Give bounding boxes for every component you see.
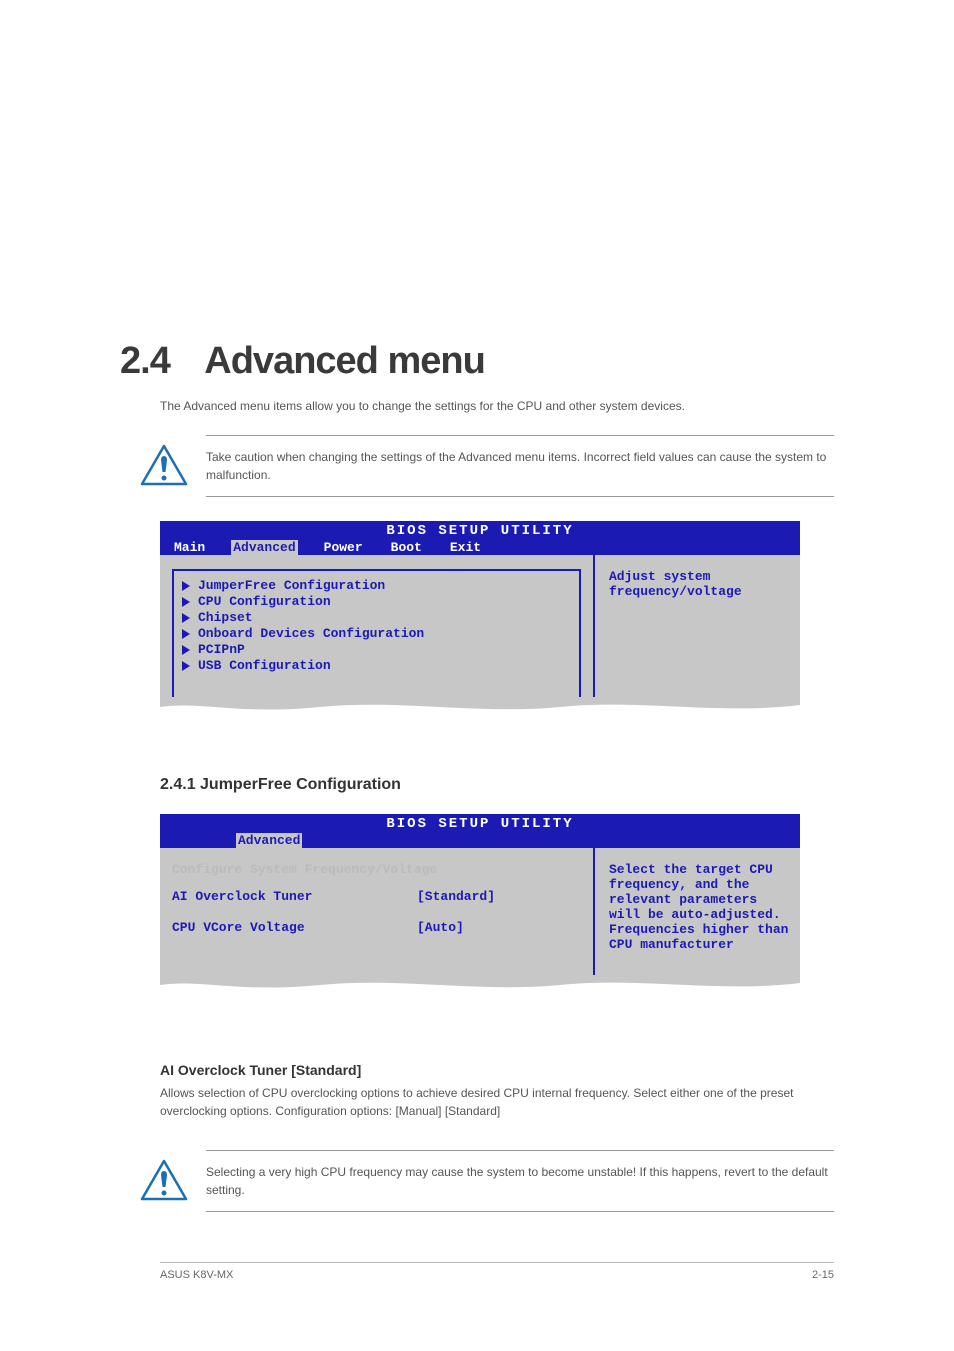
menu-label: PCIPnP <box>198 642 245 657</box>
footer-right: 2-15 <box>812 1269 834 1281</box>
setting-value: [Standard] <box>417 889 495 904</box>
bios-tab-advanced: Advanced <box>236 833 302 848</box>
setting-value: [Auto] <box>417 920 464 935</box>
page-footer: ASUS K8V-MX 2-15 <box>160 1262 834 1281</box>
menu-item: Onboard Devices Configuration <box>182 626 571 641</box>
setting-row: CPU VCore Voltage [Auto] <box>172 920 581 935</box>
intro-text: The Advanced menu items allow you to cha… <box>160 397 834 415</box>
arrow-icon <box>182 645 190 655</box>
ai-overclock-title: AI Overclock Tuner [Standard] <box>160 1062 834 1078</box>
caution-block-1: Take caution when changing the settings … <box>140 435 834 497</box>
setting-label: AI Overclock Tuner <box>172 889 417 904</box>
bios-tab-power: Power <box>322 540 365 555</box>
arrow-icon <box>182 581 190 591</box>
caution-icon <box>140 444 188 488</box>
setting-label: CPU VCore Voltage <box>172 920 417 935</box>
bios-help-text: Adjust system frequency/voltage <box>595 555 800 698</box>
caution-block-2: Selecting a very high CPU frequency may … <box>140 1150 834 1212</box>
caution-text-2: Selecting a very high CPU frequency may … <box>206 1150 834 1212</box>
menu-label: USB Configuration <box>198 658 331 673</box>
bios-tab-main: Main <box>172 540 207 555</box>
subsection-title: 2.4.1 JumperFree Configuration <box>160 776 834 794</box>
section-number: 2.4 <box>120 340 170 383</box>
bios-tab-boot: Boot <box>389 540 424 555</box>
menu-item: USB Configuration <box>182 658 571 673</box>
menu-item: PCIPnP <box>182 642 571 657</box>
arrow-icon <box>182 629 190 639</box>
setting-row: AI Overclock Tuner [Standard] <box>172 889 581 904</box>
ai-overclock-body: Allows selection of CPU overclocking opt… <box>160 1084 834 1120</box>
bios-screenshot-2: BIOS SETUP UTILITY Advanced Configure Sy… <box>160 814 800 998</box>
arrow-icon <box>182 661 190 671</box>
section-name: Advanced menu <box>204 340 485 383</box>
footer-left: ASUS K8V-MX <box>160 1269 233 1281</box>
arrow-icon <box>182 613 190 623</box>
menu-item: JumperFree Configuration <box>182 578 571 593</box>
menu-label: Chipset <box>198 610 253 625</box>
menu-label: JumperFree Configuration <box>198 578 385 593</box>
bios-tab-exit: Exit <box>448 540 483 555</box>
menu-label: Onboard Devices Configuration <box>198 626 424 641</box>
bios-screenshot-1: BIOS SETUP UTILITY Main Advanced Power B… <box>160 521 800 720</box>
menu-item: CPU Configuration <box>182 594 571 609</box>
caution-text-1: Take caution when changing the settings … <box>206 435 834 497</box>
section-title: 2.4 Advanced menu <box>120 340 834 383</box>
caution-icon <box>140 1159 188 1203</box>
bios-help-text: Select the target CPU frequency, and the… <box>595 848 800 976</box>
menu-label: CPU Configuration <box>198 594 331 609</box>
arrow-icon <box>182 597 190 607</box>
bios-tab-advanced: Advanced <box>231 540 297 555</box>
menu-item: Chipset <box>182 610 571 625</box>
bios-section-header: Configure System Frequency/Voltage <box>172 862 581 877</box>
